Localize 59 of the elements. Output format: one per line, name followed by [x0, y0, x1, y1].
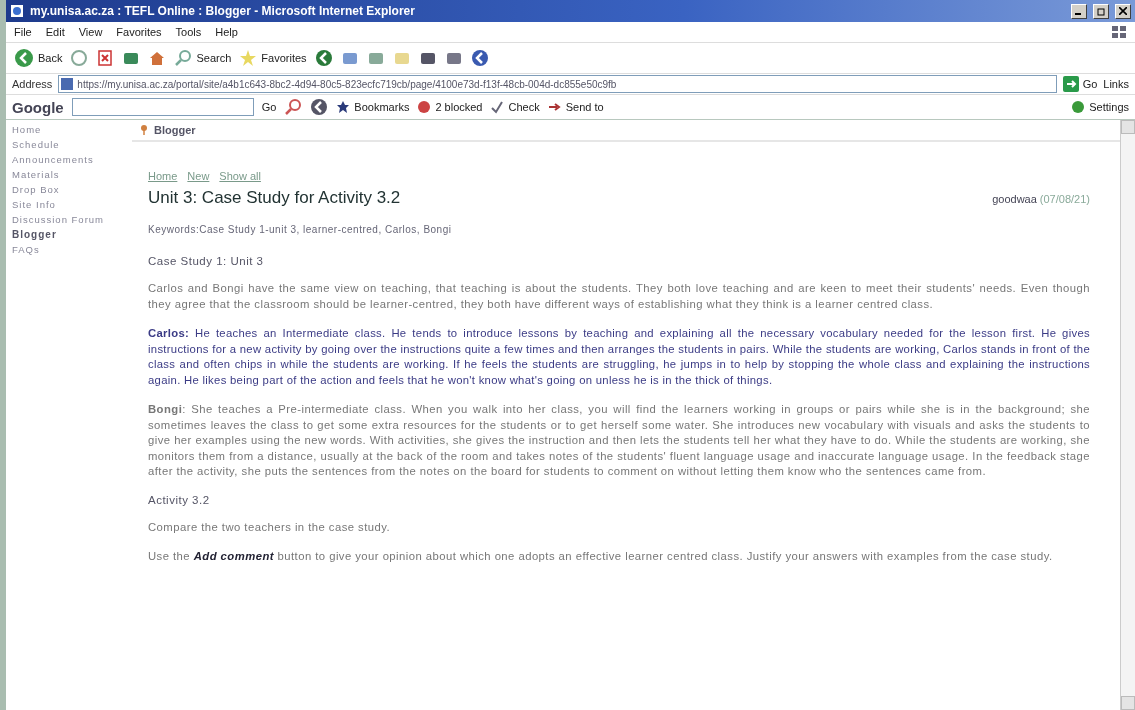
settings-icon	[1071, 100, 1086, 114]
sidebar-item[interactable]: Announcements	[12, 154, 132, 165]
paragraph: Carlos: He teaches an Intermediate class. He tends to introduce lessons by teaching and explaining all the necessary vocabulary needed for the lesson first. He gives instructions for a new activity by going over the instructions quite a few times and then arranges the students in pairs. While the students are working, Carlos stands in front of the class and often chips in while the students are working. If he feels the students are struggling, he jumps in to help by stopping the whole class and explaining the instructions again. He likes being part of the action and feels that he won't know what's going on unless he is in the thick of things.	[148, 326, 1090, 388]
menu-item[interactable]: Help	[215, 26, 238, 38]
post-keywords: Keywords:Case Study 1-unit 3, learner-centred, Carlos, Bongi	[148, 224, 453, 235]
sidebar-item[interactable]: Site Info	[12, 199, 132, 210]
bookmarks-button[interactable]: Bookmarks	[336, 100, 410, 114]
address-label: Address	[12, 78, 53, 90]
sidebar-item[interactable]: Discussion Forum	[12, 214, 132, 225]
spell-check-button[interactable]: Check	[490, 100, 540, 114]
links-button[interactable]: Links	[1103, 78, 1129, 90]
favorites-button[interactable]: Favorites	[239, 49, 307, 67]
go-button[interactable]: Go	[1062, 76, 1098, 92]
restore-button[interactable]	[1093, 3, 1109, 19]
menu-item[interactable]: Edit	[45, 26, 65, 38]
sidebar-item[interactable]: Home	[12, 124, 132, 135]
settings-button[interactable]: Settings	[1071, 100, 1129, 114]
post-date: (07/08/21)	[1039, 193, 1090, 205]
search-button[interactable]: Search	[174, 49, 232, 67]
restore-icon	[1096, 6, 1106, 16]
minimize-button[interactable]	[1071, 3, 1087, 19]
paragraph: Carlos and Bongi have the same view on teaching, that teaching is about the students. They both love teaching and are keen to meet their students' needs. Even though they agree that the classroom should be learner-centred, they both have different ways of establishing what they think is a learner centred class.	[148, 281, 1090, 312]
sidebar-item[interactable]: Drop Box	[12, 184, 132, 195]
blocker-icon	[417, 100, 432, 114]
section-heading: Activity 3.2	[148, 493, 211, 506]
back-button[interactable]: Back	[14, 48, 63, 68]
menu-item[interactable]: File	[14, 26, 32, 38]
sidebar-item[interactable]: FAQs	[12, 244, 132, 255]
google-logo: Google	[12, 98, 64, 116]
menu-item[interactable]: Tools	[175, 26, 202, 38]
search-icon	[174, 49, 193, 67]
tool-title: Blogger	[154, 124, 196, 136]
browser-icon	[10, 4, 24, 18]
stop-icon[interactable]	[96, 49, 115, 67]
google-search-field[interactable]	[71, 98, 254, 116]
menu-item[interactable]: View	[78, 26, 103, 38]
address-field[interactable]: https://my.unisa.ac.za/portal/site/a4b1c643-8bc2-4d94-80c5-823ecfc719cb/page/4100e73d-f13f-48cb-004d-dc855e50c9fb	[58, 75, 1057, 93]
paragraph: Use the Add comment button to give your opinion about which one adopts an effective learner centred class. Justify your answers with examples from the case study.	[148, 549, 1054, 564]
windows-logo-icon	[1111, 25, 1127, 39]
sidebar-item[interactable]: Blogger	[12, 229, 132, 240]
check-icon	[490, 100, 505, 114]
popup-blocker-button[interactable]: 2 blocked	[417, 100, 483, 114]
sidebar-item[interactable]: Materials	[12, 169, 132, 180]
star-icon	[239, 49, 258, 67]
paragraph: Compare the two teachers in the case study.	[148, 519, 392, 535]
close-button[interactable]	[1115, 3, 1131, 19]
post-author: goodwaa	[992, 193, 1037, 205]
arrow-icon	[547, 102, 562, 112]
paragraph: Bongi: She teaches a Pre-intermediate class. When you walk into her class, you will find the learners working in groups or pairs while she is in the background; she sometimes leaves the class to get some extra resources for the students or to get herself some water. She introduces new vocabulary with visuals and asks the students to give her examples using the new words. With activities, she gives the instruction and then lets the students tell her what they have to do. While the students are working, she monitors them from a distance, usually at the back of the room and takes notes of the students' fluent language usage and inaccurate language usage. In the feedback stage after the activity, she puts the sentences from the notes on the board for students to comment on without letting them know who the sentences came from.	[148, 402, 1090, 479]
menu-item[interactable]: Favorites	[116, 26, 162, 38]
section-heading: Case Study 1: Unit 3	[148, 255, 265, 267]
star-icon	[336, 100, 351, 114]
send-to-button[interactable]: Send to	[547, 101, 604, 113]
post-title: Unit 3: Case Study for Activity 3.2	[148, 188, 402, 208]
go-button[interactable]: Go	[261, 101, 277, 113]
sidebar-item[interactable]: Schedule	[12, 139, 132, 150]
page-icon	[61, 78, 74, 90]
close-icon	[1119, 7, 1127, 15]
window-title: my.unisa.ac.za : TEFL Online : Blogger - Microsoft Internet Explorer	[30, 4, 416, 18]
